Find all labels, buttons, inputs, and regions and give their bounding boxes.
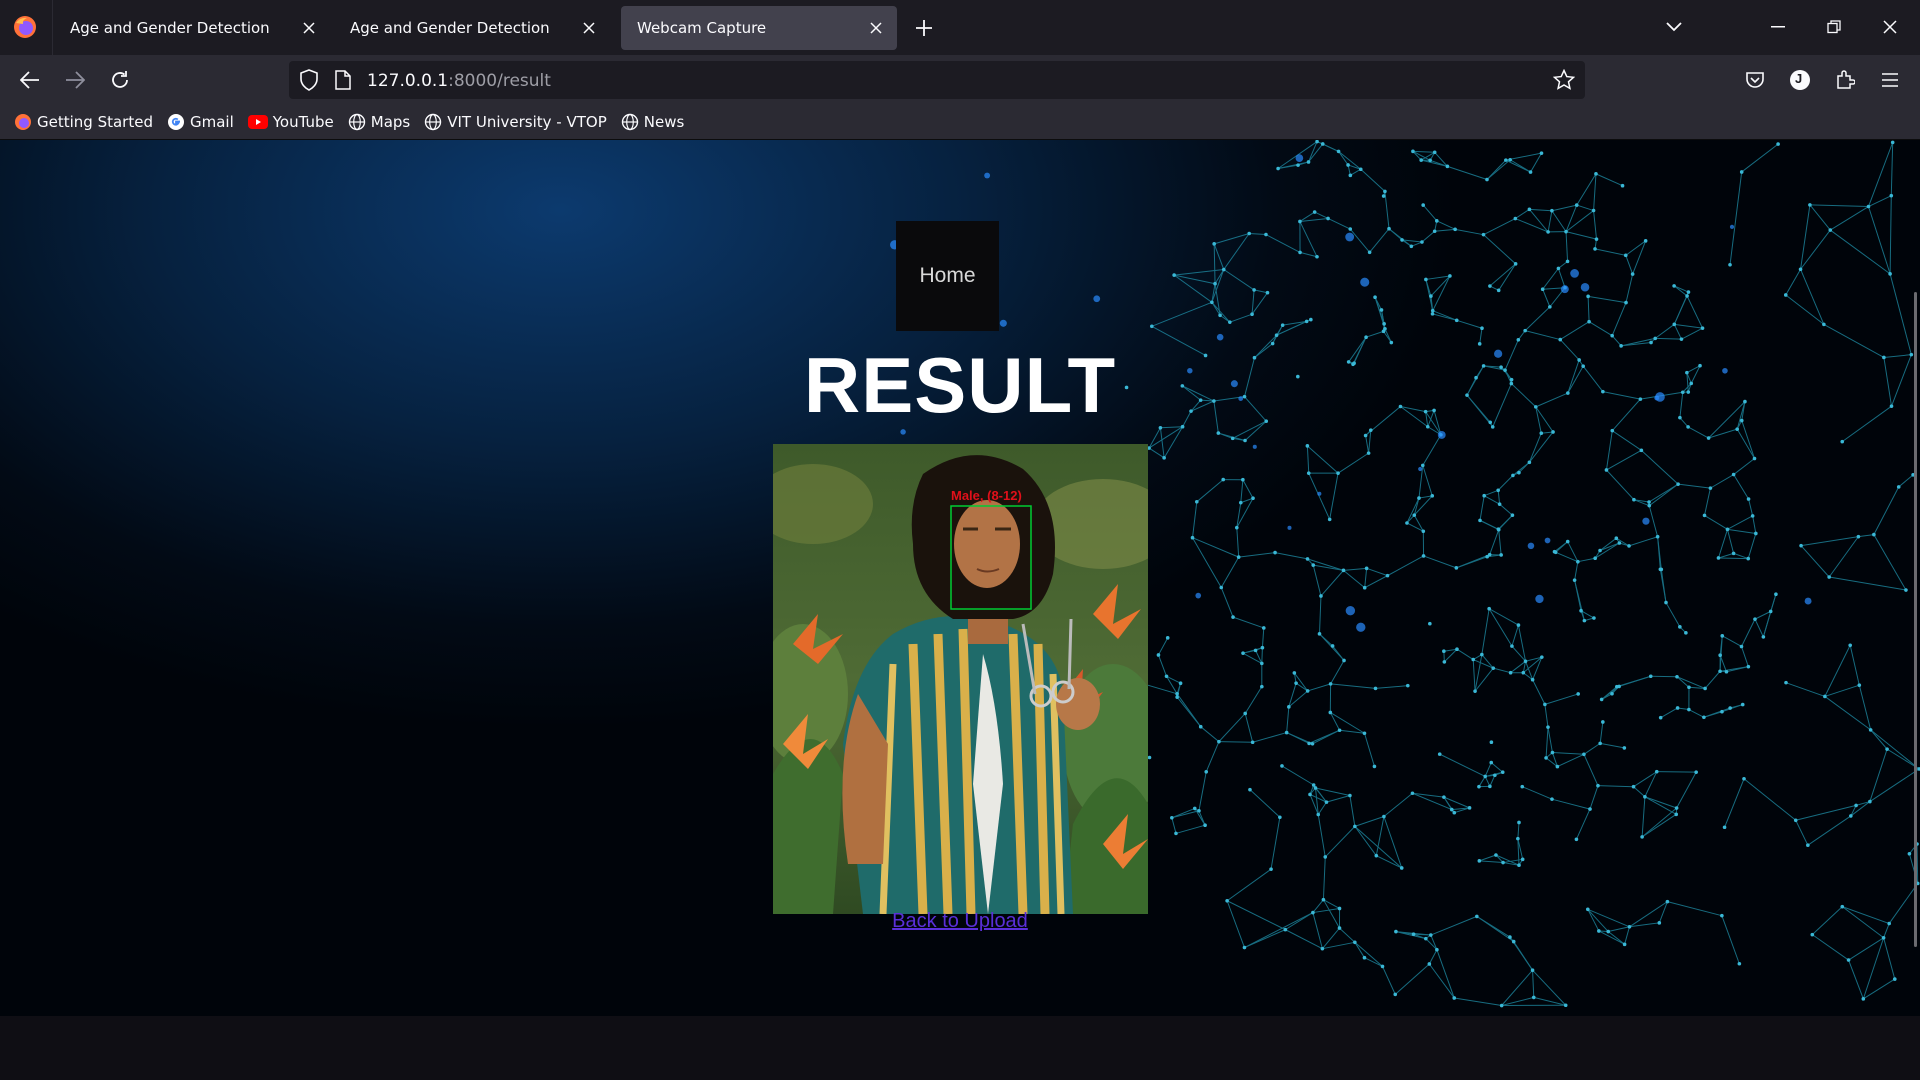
globe-icon: [348, 113, 365, 131]
url-host: 127.0.0.1: [367, 71, 449, 91]
menu-button[interactable]: [1870, 60, 1910, 100]
result-image: Male, (8-12): [773, 444, 1148, 914]
close-icon: [1883, 20, 1897, 34]
tab-strip: Age and Gender Detection Age and Gender …: [0, 0, 1920, 55]
tab-title: Age and Gender Detection: [350, 19, 550, 37]
bookmark-news[interactable]: News: [621, 113, 685, 131]
page-icon: [335, 70, 351, 90]
page-viewport: Home RESULT Male, (8-12) Back to Upload: [0, 140, 1920, 1016]
firefox-icon: [15, 114, 31, 130]
home-label: Home: [919, 264, 976, 287]
minimize-button[interactable]: [1758, 7, 1798, 47]
window-bottom-bar: [0, 1016, 1920, 1080]
bookmark-youtube[interactable]: YouTube: [247, 113, 334, 131]
back-button[interactable]: [10, 60, 50, 100]
tab-age-gender-2[interactable]: Age and Gender Detection: [334, 6, 610, 50]
bookmark-label: Gmail: [189, 113, 234, 131]
back-to-upload: Back to Upload: [0, 910, 1920, 933]
hamburger-icon: [1882, 73, 1898, 87]
google-icon: [167, 114, 184, 130]
url-path: :8000/result: [448, 71, 551, 91]
scrollbar[interactable]: [1914, 292, 1917, 947]
pocket-button[interactable]: [1735, 60, 1775, 100]
restore-icon: [1827, 20, 1841, 34]
minimize-icon: [1771, 26, 1785, 28]
arrow-left-icon: [20, 71, 39, 89]
page-title: RESULT: [803, 341, 1117, 429]
extensions-button[interactable]: [1825, 60, 1865, 100]
arrow-right-icon: [66, 71, 85, 89]
navigation-toolbar: 127.0.0.1:8000/result J: [0, 55, 1920, 105]
bookmark-getting-started[interactable]: Getting Started: [14, 113, 153, 131]
puzzle-icon: [1837, 70, 1855, 89]
bookmarks-toolbar: Getting Started Gmail YouTube Maps VIT U…: [0, 105, 1920, 140]
globe-icon: [425, 113, 442, 131]
tab-title: Webcam Capture: [637, 19, 767, 37]
close-window-button[interactable]: [1870, 7, 1910, 47]
back-to-upload-link[interactable]: Back to Upload: [892, 910, 1028, 932]
tab-title: Age and Gender Detection: [70, 19, 270, 37]
shield-icon[interactable]: [299, 69, 319, 91]
youtube-icon: [247, 115, 268, 129]
tab-separator: [52, 0, 53, 55]
account-button[interactable]: J: [1780, 60, 1820, 100]
chevron-down-icon: [1666, 22, 1682, 32]
tab-age-gender-1[interactable]: Age and Gender Detection: [54, 6, 330, 50]
bookmark-label: YouTube: [272, 113, 334, 131]
url-bar[interactable]: 127.0.0.1:8000/result: [289, 61, 1585, 99]
reload-button[interactable]: [100, 60, 140, 100]
bookmark-label: News: [643, 113, 685, 131]
detection-label: Male, (8-12): [951, 488, 1022, 503]
bookmark-maps[interactable]: Maps: [348, 113, 410, 131]
firefox-icon[interactable]: [12, 14, 38, 40]
home-button[interactable]: Home: [896, 221, 999, 331]
bookmark-vtop[interactable]: VIT University - VTOP: [424, 113, 607, 131]
bookmark-gmail[interactable]: Gmail: [167, 113, 234, 131]
close-icon[interactable]: [294, 13, 324, 43]
pocket-icon: [1746, 72, 1764, 88]
restore-button[interactable]: [1814, 7, 1854, 47]
url-text: 127.0.0.1:8000/result: [367, 71, 551, 91]
plus-icon: [916, 20, 932, 36]
list-all-tabs-button[interactable]: [1654, 7, 1694, 47]
reload-icon: [112, 71, 128, 88]
bookmark-label: Getting Started: [37, 113, 153, 131]
globe-icon: [621, 113, 638, 131]
avatar-initial: J: [1795, 71, 1803, 86]
bookmark-label: VIT University - VTOP: [447, 113, 607, 131]
forward-button[interactable]: [55, 60, 95, 100]
bookmark-label: Maps: [370, 113, 411, 131]
close-icon[interactable]: [861, 13, 891, 43]
tab-webcam-capture[interactable]: Webcam Capture: [621, 6, 897, 50]
new-tab-button[interactable]: [904, 8, 944, 48]
close-icon[interactable]: [574, 13, 604, 43]
star-icon[interactable]: [1553, 69, 1575, 91]
